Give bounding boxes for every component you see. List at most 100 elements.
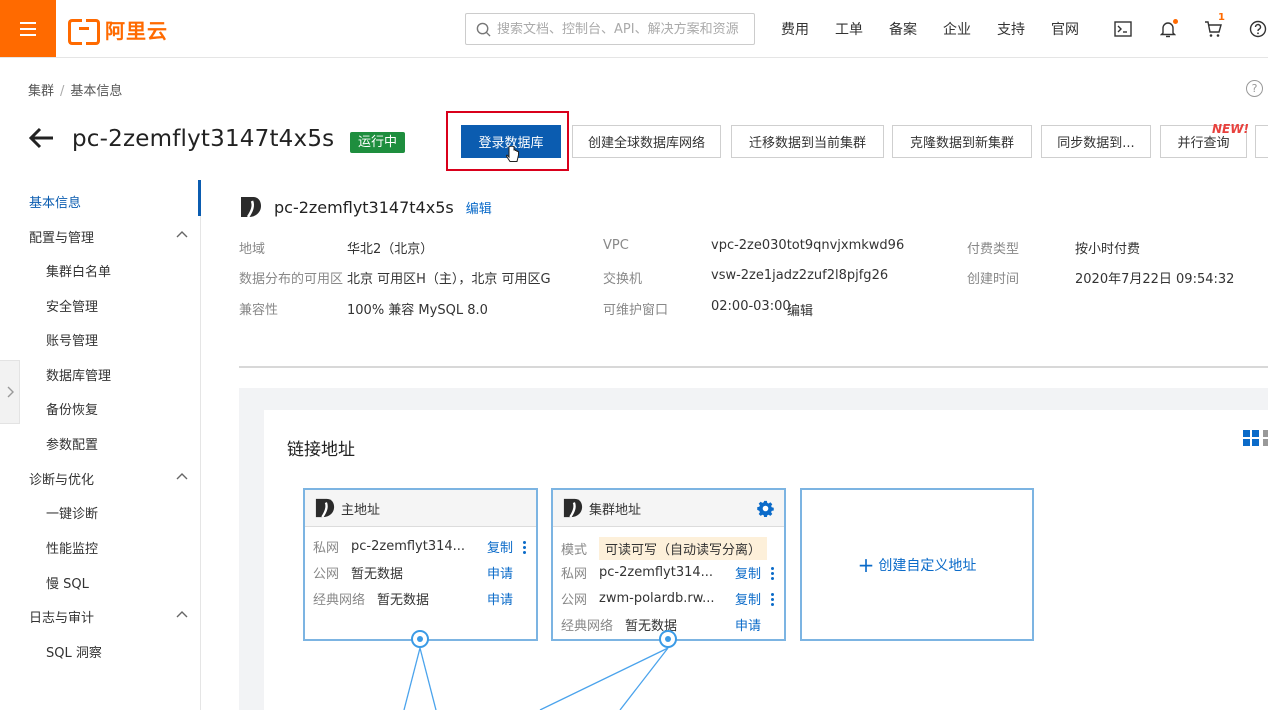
create-global-db-network-button[interactable]: 创建全球数据库网络 <box>572 125 721 158</box>
terminal-button[interactable] <box>1100 0 1145 58</box>
public-label: 公网 <box>313 567 340 582</box>
public-label: 公网 <box>561 593 588 608</box>
instance-name: pc-2zemflyt3147t4x5s <box>274 197 454 217</box>
nav-link-website[interactable]: 官网 <box>1038 19 1092 39</box>
search-input[interactable] <box>497 21 747 37</box>
compat-value: 100% 兼容 MySQL 8.0 <box>347 303 488 318</box>
apply-link[interactable]: 申请 <box>487 589 513 608</box>
private-address: pc-2zemflyt314... <box>599 565 714 580</box>
chevron-up-icon[interactable] <box>176 610 188 618</box>
nav-link-support[interactable]: 支持 <box>984 19 1038 39</box>
menu-line <box>20 21 36 24</box>
nav-link-tickets[interactable]: 工单 <box>822 19 876 39</box>
public-row: 公网 暂无数据 <box>313 563 403 582</box>
sidebar-item-one-click-diagnosis[interactable]: 一键诊断 <box>46 503 98 522</box>
cart-count-badge: 1 <box>1218 12 1225 23</box>
more-options-icon[interactable] <box>771 593 774 608</box>
sidebar-item-databases[interactable]: 数据库管理 <box>46 365 111 384</box>
back-button[interactable] <box>28 127 54 153</box>
copy-link[interactable]: 复制 <box>487 537 513 556</box>
sidebar-item-security[interactable]: 安全管理 <box>46 296 98 315</box>
help-button[interactable] <box>1235 0 1268 58</box>
sidebar-item-slow-sql[interactable]: 慢 SQL <box>46 573 89 592</box>
public-address: 暂无数据 <box>351 567 404 582</box>
chevron-up-icon[interactable] <box>176 472 188 480</box>
private-row: 私网 pc-2zemflyt314... <box>313 537 465 556</box>
sidebar-active-indicator <box>198 180 201 216</box>
sidebar-group-config[interactable]: 配置与管理 <box>29 227 94 246</box>
notifications-button[interactable] <box>1145 0 1190 58</box>
region-label: 地域 <box>239 242 266 257</box>
billing-value: 按小时付费 <box>1075 242 1141 257</box>
sidebar-item-basic-info[interactable]: 基本信息 <box>29 192 81 211</box>
connection-section-title: 链接地址 <box>287 440 355 460</box>
cluster-address-card: 集群地址 模式 可读可写（自动读写分离） 私网 pc-2zemflyt314..… <box>551 488 786 641</box>
sync-data-button[interactable]: 同步数据到... <box>1041 125 1151 158</box>
sidebar-group-logs[interactable]: 日志与审计 <box>29 607 94 626</box>
chevron-up-icon[interactable] <box>176 230 188 238</box>
sidebar-item-parameters[interactable]: 参数配置 <box>46 434 98 453</box>
aliyun-logo[interactable]: 阿里云 <box>68 14 168 45</box>
vpc-label: VPC <box>603 238 629 253</box>
page-title: pc-2zemflyt3147t4x5s <box>72 126 335 152</box>
menu-line <box>20 33 36 36</box>
copy-link[interactable]: 复制 <box>735 589 761 608</box>
connection-node <box>411 630 429 648</box>
migrate-data-button[interactable]: 迁移数据到当前集群 <box>731 125 884 158</box>
breadcrumb-cluster[interactable]: 集群 <box>28 84 54 99</box>
mode-label: 模式 <box>561 543 588 558</box>
public-address: zwm-polardb.rw... <box>599 591 715 606</box>
nav-link-fees[interactable]: 费用 <box>768 19 822 39</box>
private-label: 私网 <box>313 541 340 556</box>
sidebar-item-whitelist[interactable]: 集群白名单 <box>46 261 111 280</box>
top-nav-icons: 1 <box>1100 0 1268 58</box>
created-label: 创建时间 <box>967 272 1020 287</box>
page-help-icon[interactable]: ? <box>1246 80 1263 97</box>
sidebar-item-accounts[interactable]: 账号管理 <box>46 330 98 349</box>
private-label: 私网 <box>561 567 588 582</box>
more-options-icon[interactable] <box>523 541 526 556</box>
gear-icon[interactable] <box>757 500 774 517</box>
region-value: 华北2（北京） <box>347 242 434 257</box>
apply-link[interactable]: 申请 <box>487 563 513 582</box>
global-search[interactable] <box>465 13 755 45</box>
grid-view-icon[interactable] <box>1243 430 1268 446</box>
card-title: 主地址 <box>341 502 381 518</box>
mouse-cursor-icon <box>506 146 519 162</box>
cart-button[interactable]: 1 <box>1190 0 1235 58</box>
vpc-link[interactable]: vpc-2ze030tot9qnvjxmkwd96 <box>711 238 904 253</box>
search-icon <box>476 22 491 37</box>
hamburger-menu-button[interactable] <box>0 0 56 57</box>
edit-name-link[interactable]: 编辑 <box>466 198 492 217</box>
switch-link[interactable]: vsw-2ze1jadz2zuf2l8pjfg26 <box>711 268 888 283</box>
billing-label: 付费类型 <box>967 242 1020 257</box>
edit-window-link[interactable]: 编辑 <box>787 300 813 319</box>
sidebar-item-backup[interactable]: 备份恢复 <box>46 399 98 418</box>
apply-link[interactable]: 申请 <box>735 615 761 634</box>
more-actions-button[interactable] <box>1255 125 1268 158</box>
sidebar: 基本信息 配置与管理 集群白名单 安全管理 账号管理 数据库管理 备份恢复 参数… <box>0 180 201 710</box>
create-custom-address-card[interactable]: + 创建自定义地址 <box>800 488 1034 641</box>
clone-data-button[interactable]: 克隆数据到新集群 <box>892 125 1032 158</box>
classic-label: 经典网络 <box>561 619 614 634</box>
nav-link-enterprise[interactable]: 企业 <box>930 19 984 39</box>
sidebar-item-sql-insight[interactable]: SQL 洞察 <box>46 642 102 661</box>
terminal-icon <box>1113 21 1132 37</box>
copy-link[interactable]: 复制 <box>735 563 761 582</box>
more-options-icon[interactable] <box>771 567 774 582</box>
nav-link-icp[interactable]: 备案 <box>876 19 930 39</box>
zone-value: 北京 可用区H（主），北京 可用区G <box>347 272 551 287</box>
back-arrow-icon <box>28 127 53 149</box>
card-header: 主地址 <box>305 490 536 527</box>
breadcrumb: 集群 / 基本信息 <box>28 80 122 99</box>
chevron-right-icon <box>7 386 14 398</box>
compat-label: 兼容性 <box>239 303 279 318</box>
sidebar-item-performance[interactable]: 性能监控 <box>46 538 98 557</box>
mode-row: 模式 可读可写（自动读写分离） <box>561 537 768 560</box>
classic-row: 经典网络 暂无数据 <box>313 589 429 608</box>
created-value: 2020年7月22日 09:54:32 <box>1075 272 1235 287</box>
zone-label: 数据分布的可用区 <box>239 272 344 287</box>
sidebar-collapse-toggle[interactable] <box>0 360 20 424</box>
polardb-logo-icon <box>315 498 335 518</box>
sidebar-group-diagnosis[interactable]: 诊断与优化 <box>29 469 94 488</box>
